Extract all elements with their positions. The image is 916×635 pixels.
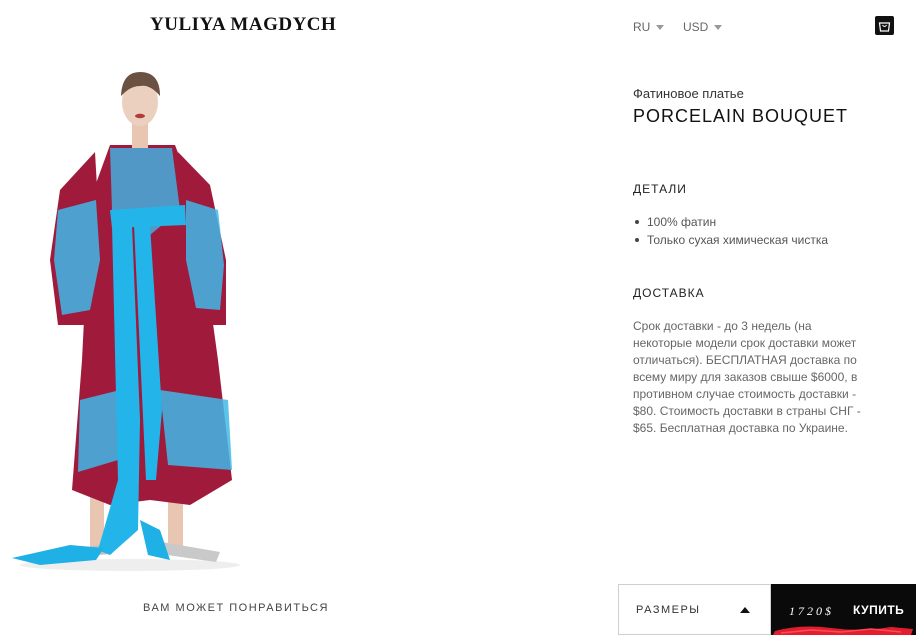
brush-stroke-decoration xyxy=(773,626,913,635)
price: 1720$ xyxy=(789,604,834,618)
list-item: Только сухая химическая чистка xyxy=(633,231,828,249)
sizes-label: РАЗМЕРЫ xyxy=(636,603,701,616)
cart-button[interactable] xyxy=(875,16,894,35)
buy-label: КУПИТЬ xyxy=(853,603,905,617)
product-title: PORCELAIN BOUQUET xyxy=(633,106,849,126)
currency-selector[interactable]: USD xyxy=(683,20,723,34)
caret-up-icon xyxy=(740,607,750,613)
product-photo xyxy=(12,72,240,571)
language-value: RU xyxy=(633,20,651,34)
details-heading: ДЕТАЛИ xyxy=(633,182,687,196)
recommend-link[interactable]: ВАМ МОЖЕТ ПОНРАВИТЬСЯ xyxy=(143,602,329,614)
currency-value: USD xyxy=(683,20,709,34)
product-subtitle: Фатиновое платье xyxy=(633,86,744,101)
sizes-button[interactable]: РАЗМЕРЫ xyxy=(618,584,771,635)
delivery-text: Срок доставки - до 3 недель (на некоторы… xyxy=(633,319,861,435)
delivery-heading: ДОСТАВКА xyxy=(633,286,705,300)
caret-down-icon xyxy=(714,24,723,30)
caret-down-icon xyxy=(656,24,665,30)
language-selector[interactable]: RU xyxy=(633,20,665,34)
shopping-bag-icon xyxy=(878,22,891,32)
brand-logo[interactable]: YULIYA MAGDYCH xyxy=(150,14,336,36)
details-list: 100% фатин Только сухая химическая чистк… xyxy=(633,213,828,249)
list-item: 100% фатин xyxy=(633,213,828,231)
buy-button[interactable]: 1720$ КУПИТЬ xyxy=(771,584,916,635)
